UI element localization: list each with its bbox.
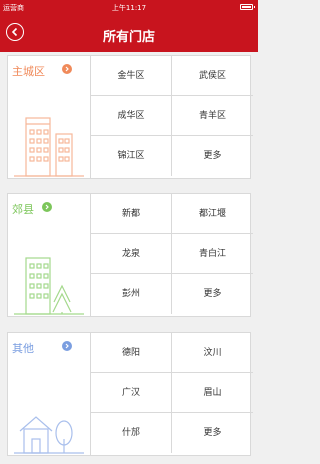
more-button[interactable]: 更多: [172, 136, 253, 176]
section-header[interactable]: 主城区: [8, 56, 90, 178]
district-cell[interactable]: 青白江: [172, 234, 253, 274]
district-cell[interactable]: 眉山: [172, 373, 253, 413]
section-title: 郊县: [12, 203, 34, 216]
district-grid: 金牛区 武侯区 成华区 青羊区 锦江区 更多: [90, 56, 253, 178]
district-cell[interactable]: 金牛区: [91, 56, 172, 96]
building-and-tree-icon: [14, 257, 84, 315]
section-title: 主城区: [12, 65, 45, 78]
district-cell[interactable]: 广汉: [91, 373, 172, 413]
house-and-tree-icon: [14, 416, 84, 454]
section-header[interactable]: 其他: [8, 333, 90, 455]
district-cell[interactable]: 彭州: [91, 274, 172, 314]
battery-icon: [240, 4, 255, 10]
office-buildings-icon: [14, 117, 84, 177]
district-cell[interactable]: 锦江区: [91, 136, 172, 176]
chevron-right-icon[interactable]: [62, 64, 72, 74]
chevron-right-icon[interactable]: [42, 202, 52, 212]
district-cell[interactable]: 龙泉: [91, 234, 172, 274]
district-cell[interactable]: 新都: [91, 194, 172, 234]
district-cell[interactable]: 汶川: [172, 333, 253, 373]
section-title: 其他: [12, 342, 34, 355]
chevron-right-icon[interactable]: [62, 341, 72, 351]
district-cell[interactable]: 武侯区: [172, 56, 253, 96]
more-button[interactable]: 更多: [172, 413, 253, 453]
section-header[interactable]: 郊县: [8, 194, 90, 316]
district-cell[interactable]: 什邡: [91, 413, 172, 453]
city-grid: 德阳 汶川 广汉 眉山 什邡 更多: [90, 333, 253, 455]
more-button[interactable]: 更多: [172, 274, 253, 314]
status-bar: 运营商 上午11:17: [0, 0, 258, 14]
section-suburb: 郊县 新都 都江堰 龙泉 青白江 彭州 更多: [7, 193, 253, 317]
clock: 上午11:17: [111, 4, 147, 12]
section-other: 其他 德阳 汶川 广汉 眉山 什邡 更多: [7, 332, 253, 456]
district-cell[interactable]: 德阳: [91, 333, 172, 373]
county-grid: 新都 都江堰 龙泉 青白江 彭州 更多: [90, 194, 253, 316]
district-cell[interactable]: 青羊区: [172, 96, 253, 136]
district-cell[interactable]: 成华区: [91, 96, 172, 136]
page-title: 所有门店: [102, 30, 155, 45]
section-urban: 主城区 金牛区 武侯区 成华区 青羊区 锦江区 更多: [7, 55, 253, 179]
nav-bar: 所有门店: [0, 14, 258, 52]
district-cell[interactable]: 都江堰: [172, 194, 253, 234]
